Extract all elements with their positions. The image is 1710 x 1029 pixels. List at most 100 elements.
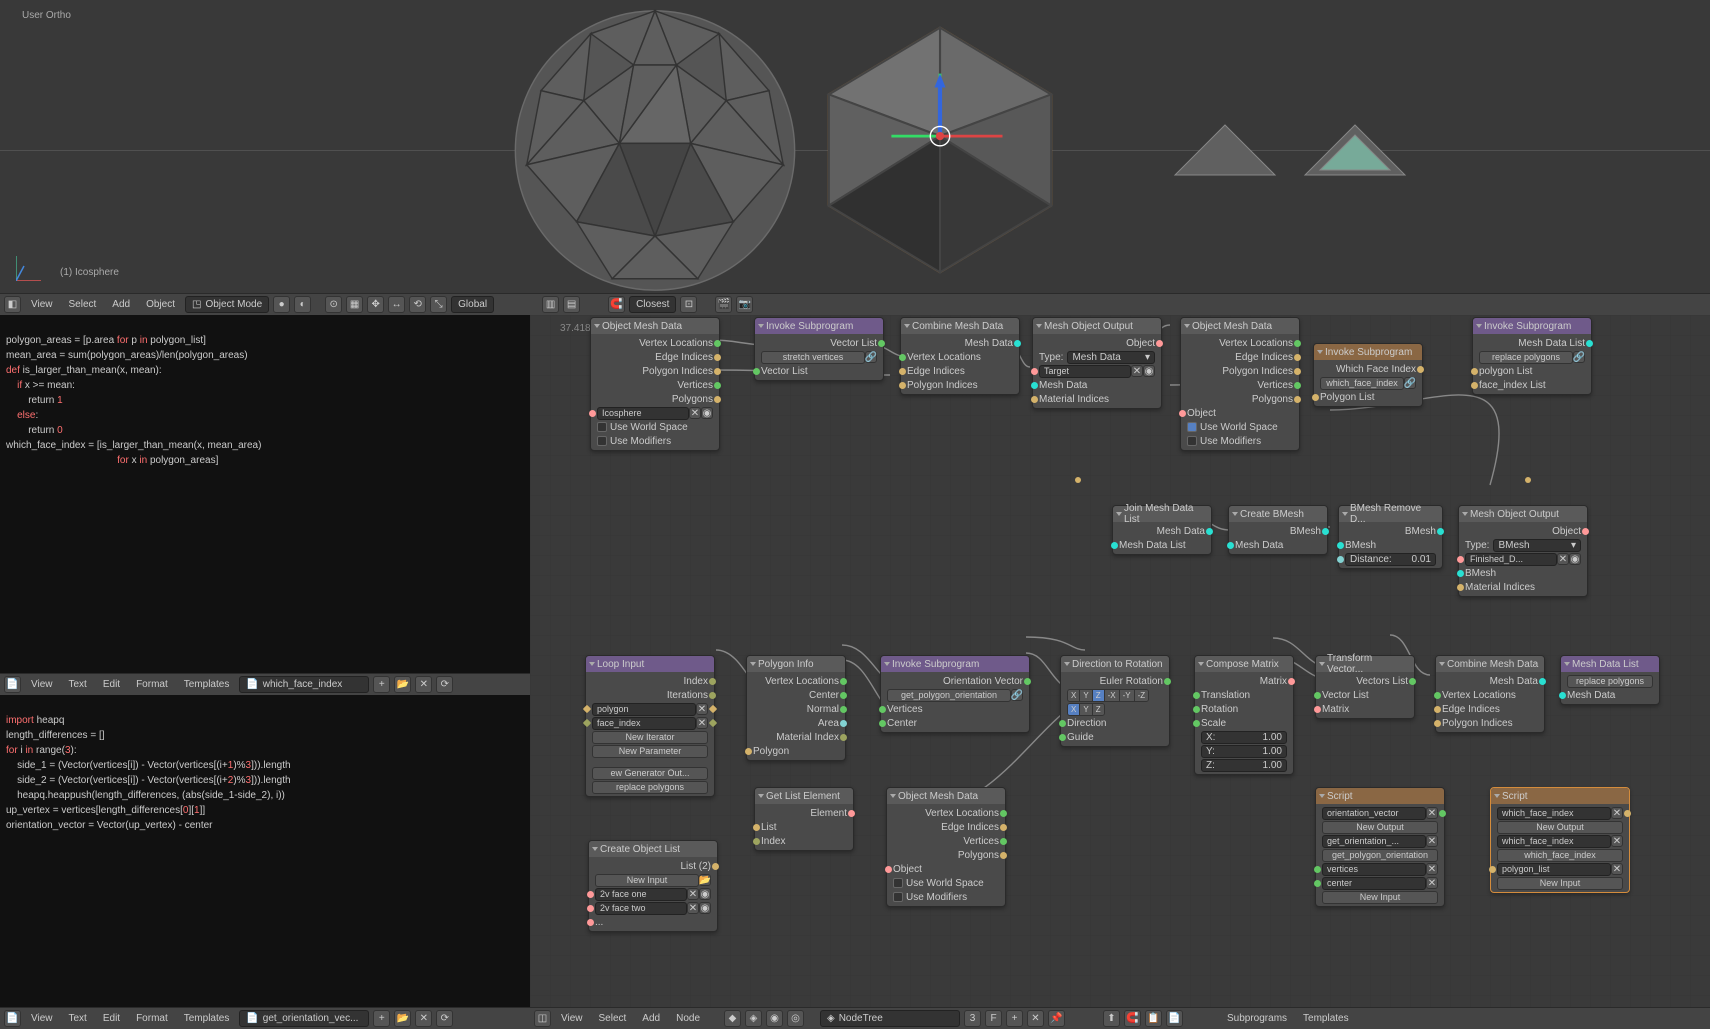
- menu-view[interactable]: View: [25, 679, 59, 690]
- clear-icon[interactable]: ✕: [1557, 553, 1569, 565]
- menu-select[interactable]: Select: [63, 299, 103, 310]
- link-icon[interactable]: 🔗: [1573, 351, 1585, 363]
- menu-text[interactable]: Text: [63, 1013, 93, 1024]
- node-object-mesh-data-3[interactable]: Object Mesh Data Vertex Locations Edge I…: [886, 787, 1006, 907]
- node-object-mesh-data-1[interactable]: Object Mesh Data Vertex Locations Edge I…: [590, 317, 720, 451]
- text-editor-1[interactable]: polygon_areas = [p.area for p in polygon…: [0, 315, 530, 673]
- tree-type3-icon[interactable]: ◉: [766, 1010, 783, 1027]
- new-iterator-button[interactable]: New Iterator: [592, 731, 708, 744]
- node-transform-vector-list[interactable]: Transform Vector... Vectors List Vector …: [1315, 655, 1415, 719]
- node-script-which-face-index[interactable]: Script which_face_index✕ New Output whic…: [1490, 787, 1630, 893]
- subprogram-button[interactable]: replace polygons: [1479, 351, 1573, 364]
- node-mesh-data-list[interactable]: Mesh Data List replace polygons Mesh Dat…: [1560, 655, 1660, 705]
- layers2-icon[interactable]: ▤: [563, 296, 580, 313]
- new-input-button[interactable]: New Input: [595, 874, 699, 887]
- node-combine-mesh-data-2[interactable]: Combine Mesh Data Mesh Data Vertex Locat…: [1435, 655, 1545, 733]
- menu-templates[interactable]: Templates: [1297, 1013, 1355, 1024]
- node-editor[interactable]: 37.4187 m Object Mesh Data: [530, 315, 1710, 1007]
- editor-type-icon[interactable]: 📄: [4, 676, 21, 693]
- menu-format[interactable]: Format: [130, 679, 174, 690]
- add-icon[interactable]: +: [1006, 1010, 1023, 1027]
- shading2-icon[interactable]: ◐: [294, 296, 311, 313]
- pivot-icon[interactable]: ⊙: [325, 296, 342, 313]
- menu-view[interactable]: View: [555, 1013, 589, 1024]
- node-join-mesh-data-list[interactable]: Join Mesh Data List Mesh Data Mesh Data …: [1112, 505, 1212, 555]
- text-file-selector[interactable]: 📄get_orientation_vec...: [239, 1010, 369, 1027]
- rot-icon[interactable]: ⟲: [409, 296, 426, 313]
- node-compose-matrix[interactable]: Compose Matrix Matrix Translation Rotati…: [1194, 655, 1294, 775]
- manipulator-icon[interactable]: ✥: [367, 296, 384, 313]
- paste-icon[interactable]: 📄: [1166, 1010, 1183, 1027]
- link-icon[interactable]: 🔗: [1404, 377, 1416, 389]
- text-editor-2[interactable]: import heapq length_differences = [] for…: [0, 695, 530, 1007]
- users-count[interactable]: 3: [964, 1010, 981, 1027]
- editor-type-icon[interactable]: 📄: [4, 1010, 21, 1027]
- eyedrop-icon[interactable]: ◉: [701, 407, 713, 419]
- fake-user-icon[interactable]: F: [985, 1010, 1002, 1027]
- viewport-3d[interactable]: User Ortho (1) Icosphere: [0, 0, 1710, 293]
- menu-text[interactable]: Text: [63, 679, 93, 690]
- shading-icon[interactable]: ●: [273, 296, 290, 313]
- open-icon[interactable]: 📂: [394, 1010, 411, 1027]
- unlink-icon[interactable]: ✕: [415, 676, 432, 693]
- new-output-button[interactable]: New Output: [1322, 821, 1438, 834]
- node-polygon-info[interactable]: Polygon Info Vertex Locations Center Nor…: [746, 655, 846, 761]
- node-script-orientation-vector[interactable]: Script orientation_vector✕ New Output ge…: [1315, 787, 1445, 907]
- mesh-face-two[interactable]: [1300, 120, 1410, 180]
- reload-icon[interactable]: ⟳: [436, 1010, 453, 1027]
- unlink-icon[interactable]: ✕: [415, 1010, 432, 1027]
- render-icon[interactable]: 🎬: [715, 296, 732, 313]
- node-loop-input[interactable]: Loop Input Index Iterations polygon✕ fac…: [585, 655, 715, 797]
- menu-edit[interactable]: Edit: [97, 679, 126, 690]
- node-invoke-get-polygon-orientation[interactable]: Invoke Subprogram Orientation Vector get…: [880, 655, 1030, 733]
- node-invoke-stretch-vertices[interactable]: Invoke Subprogram Vector List stretch ve…: [754, 317, 884, 381]
- tree-type-icon[interactable]: ◆: [724, 1010, 741, 1027]
- node-tree-selector[interactable]: ◈NodeTree: [820, 1010, 960, 1027]
- link-icon[interactable]: 🔗: [1011, 689, 1023, 701]
- menu-select[interactable]: Select: [593, 1013, 633, 1024]
- new-parameter-button[interactable]: New Parameter: [592, 745, 708, 758]
- menu-format[interactable]: Format: [130, 1013, 174, 1024]
- eyedrop-icon[interactable]: ◉: [1569, 553, 1581, 565]
- node-direction-to-rotation[interactable]: Direction to Rotation Euler Rotation XYZ…: [1060, 655, 1170, 747]
- mesh-icosahedron-selected[interactable]: [815, 20, 1065, 280]
- menu-edit[interactable]: Edit: [97, 1013, 126, 1024]
- unlink-icon[interactable]: ✕: [1027, 1010, 1044, 1027]
- layers-icon[interactable]: ▥: [542, 296, 559, 313]
- node-mesh-object-output-1[interactable]: Mesh Object Output Object Type:Mesh Data…: [1032, 317, 1162, 409]
- layer-icon[interactable]: ▦: [346, 296, 363, 313]
- node-invoke-which-face-index[interactable]: Invoke Subprogram Which Face Index which…: [1313, 343, 1423, 407]
- menu-add[interactable]: Add: [636, 1013, 666, 1024]
- new-input-button[interactable]: New Input: [1497, 877, 1623, 890]
- clear-icon[interactable]: ✕: [1131, 365, 1143, 377]
- editor-type-icon[interactable]: ◧: [4, 296, 21, 313]
- node-get-list-element[interactable]: Get List Element Element List Index: [754, 787, 854, 851]
- node-bmesh-remove-doubles[interactable]: BMesh Remove D... BMesh BMesh Distance:0…: [1338, 505, 1443, 569]
- snap-icon[interactable]: 🧲: [1124, 1010, 1141, 1027]
- node-mesh-object-output-2[interactable]: Mesh Object Output Object Type:BMesh▾ Fi…: [1458, 505, 1588, 597]
- move-icon[interactable]: ↔: [388, 296, 405, 313]
- new-input-button[interactable]: New Input: [1322, 891, 1438, 904]
- menu-templates[interactable]: Templates: [178, 1013, 236, 1024]
- node-create-bmesh[interactable]: Create BMesh BMesh Mesh Data: [1228, 505, 1328, 555]
- snap-mode-dropdown[interactable]: Closest: [629, 296, 676, 313]
- tree-type4-icon[interactable]: ◎: [787, 1010, 804, 1027]
- eyedrop-icon[interactable]: ◉: [1143, 365, 1155, 377]
- mode-dropdown[interactable]: ◳Object Mode: [185, 296, 269, 313]
- mesh-geosphere[interactable]: [505, 8, 805, 293]
- snap-target-icon[interactable]: ⊡: [680, 296, 697, 313]
- menu-subprograms[interactable]: Subprograms: [1221, 1013, 1293, 1024]
- new-icon[interactable]: +: [373, 676, 390, 693]
- axis-guide-toggle[interactable]: XYZ: [1067, 703, 1105, 716]
- clear-icon[interactable]: ✕: [689, 407, 701, 419]
- editor-type-icon[interactable]: ◫: [534, 1010, 551, 1027]
- new-icon[interactable]: +: [373, 1010, 390, 1027]
- orientation-dropdown[interactable]: Global: [451, 296, 494, 313]
- open-icon[interactable]: 📂: [394, 676, 411, 693]
- render2-icon[interactable]: 📷: [736, 296, 753, 313]
- node-combine-mesh-data-1[interactable]: Combine Mesh Data Mesh Data Vertex Locat…: [900, 317, 1020, 395]
- subprogram-button[interactable]: get_polygon_orientation: [887, 689, 1011, 702]
- node-create-object-list[interactable]: Create Object List List (2) New Input📂 2…: [588, 840, 718, 932]
- go-parent-icon[interactable]: ⬆: [1103, 1010, 1120, 1027]
- scale-icon[interactable]: ⤡: [430, 296, 447, 313]
